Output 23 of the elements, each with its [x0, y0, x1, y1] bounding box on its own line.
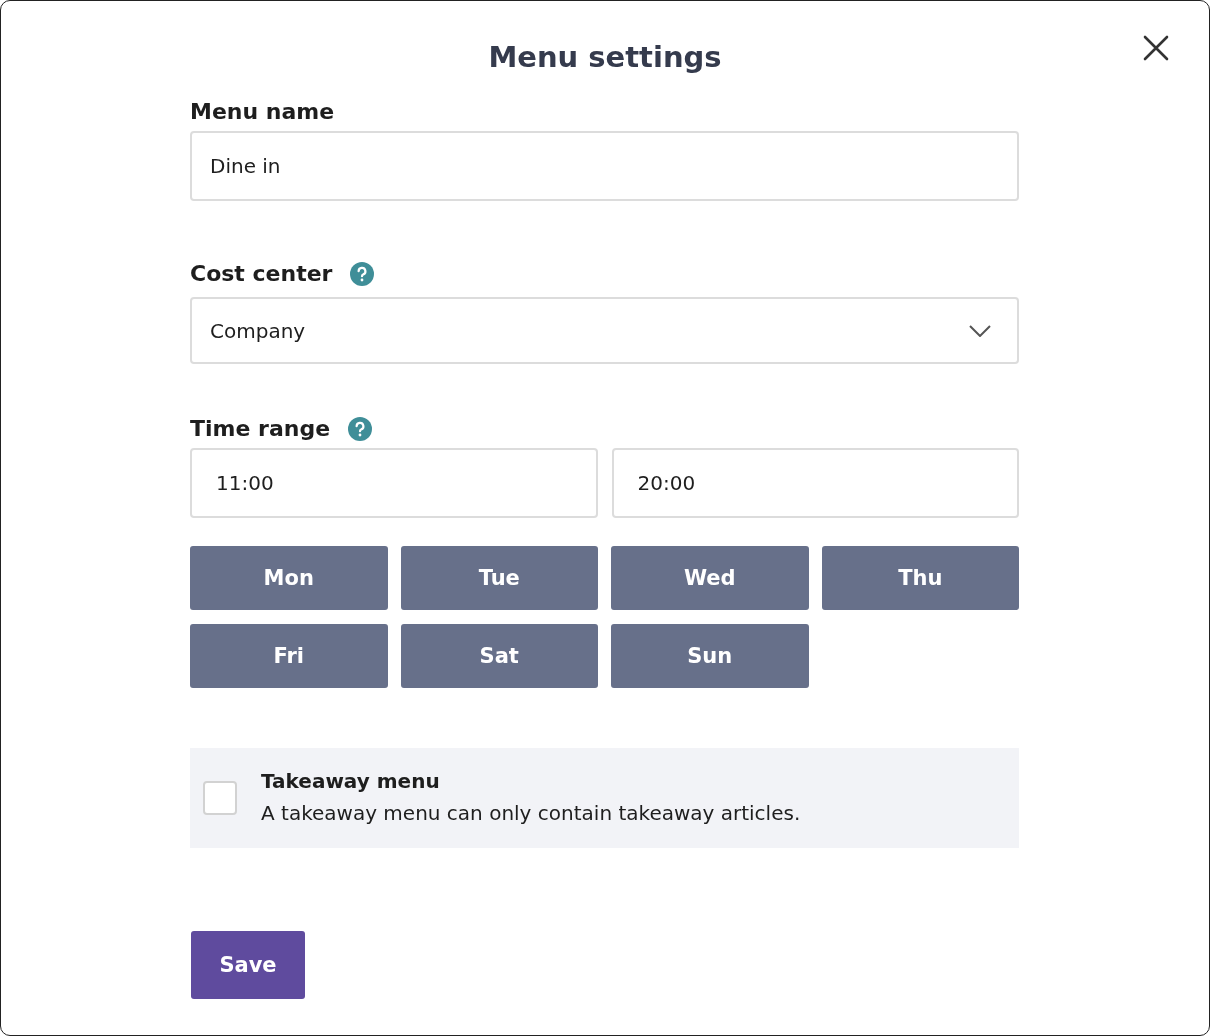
help-icon[interactable] — [348, 417, 373, 441]
takeaway-description: A takeaway menu can only contain takeaway articles. — [261, 800, 801, 827]
day-toggle[interactable]: Fri — [190, 624, 388, 688]
day-toggle[interactable]: Sun — [611, 624, 809, 688]
menu-name-field[interactable]: Dine in — [190, 131, 1019, 201]
day-toggle[interactable]: Wed — [611, 546, 809, 610]
chevron-down-icon — [969, 324, 991, 337]
field-label: Time range — [190, 415, 331, 443]
close-icon[interactable] — [1143, 35, 1169, 61]
field-label: Menu name — [190, 98, 336, 126]
save-button[interactable]: Save — [191, 931, 305, 999]
day-toggle[interactable]: Tue — [400, 546, 598, 610]
help-icon[interactable] — [350, 262, 375, 286]
cost-center-dropdown[interactable]: Company — [190, 297, 1019, 364]
end-time-field[interactable]: 20:00 — [611, 448, 1019, 518]
takeaway-title: Takeaway menu — [261, 768, 441, 795]
day-toggle[interactable]: Mon — [190, 546, 388, 610]
day-toggle[interactable]: Sat — [400, 624, 598, 688]
start-time-field[interactable]: 11:00 — [190, 448, 598, 518]
field-label: Cost center — [190, 260, 333, 288]
takeaway-checkbox[interactable] — [203, 781, 237, 815]
dialog-title: Menu settings — [488, 39, 722, 75]
day-toggle[interactable]: Thu — [821, 546, 1019, 610]
